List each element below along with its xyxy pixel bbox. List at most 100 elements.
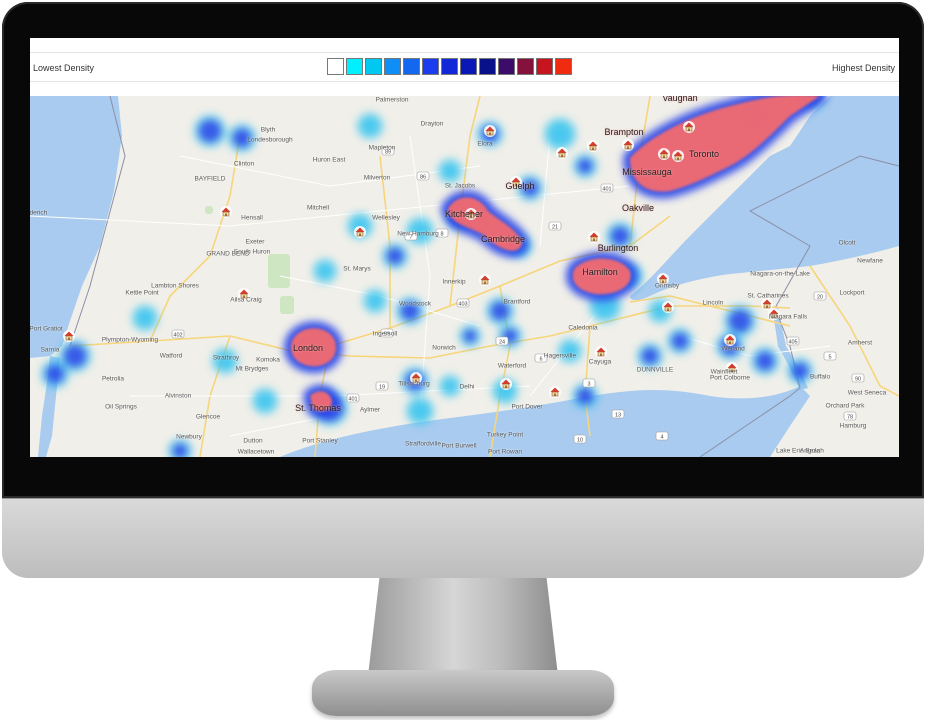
park-area: [205, 206, 213, 214]
place-label: Ingersoll: [372, 330, 398, 338]
place-label: Mitchell: [306, 204, 330, 212]
place-label: Drayton: [420, 120, 444, 128]
city-label: Oakville: [621, 203, 655, 213]
place-label: Hensall: [241, 214, 263, 222]
lake-huron: [30, 96, 122, 358]
highway-shield: 19: [375, 381, 389, 391]
place-label: Petrolia: [101, 375, 125, 383]
highway-shield: 403: [456, 298, 470, 308]
heatmap-map[interactable]: 89 86 7 8 401 403 402 401 24 6 59 19 3 4 10 13 21 405 90 78…: [30, 96, 899, 457]
highway-shield-number: 5: [828, 354, 831, 360]
heat-spot: [367, 293, 383, 309]
house-marker-icon: [622, 139, 634, 151]
place-label: Komoka: [256, 356, 280, 364]
heat-spot: [576, 387, 594, 405]
place-label: Wellesley: [372, 214, 400, 222]
heat-spot: [577, 158, 593, 174]
place-label: Londesborough: [247, 136, 293, 144]
place-label: Caledonia: [568, 324, 598, 332]
highway-shield-number: 19: [379, 384, 385, 390]
legend-swatch: [403, 58, 420, 75]
marker-door: [600, 353, 602, 356]
park-area: [280, 296, 294, 314]
place-label: Dutton: [243, 437, 263, 445]
highway-shield-number: 8: [440, 231, 443, 237]
highway-shield: 10: [573, 434, 587, 444]
house-marker-icon: [588, 231, 600, 243]
density-legend: Lowest Density Highest Density: [30, 52, 899, 82]
highway-road: [291, 305, 791, 359]
house-marker-icon: [500, 378, 512, 390]
place-label: Lambton Shores: [151, 282, 199, 290]
legend-swatch: [327, 58, 344, 75]
heat-spot: [198, 119, 222, 143]
marker-door: [554, 393, 556, 396]
place-label: Mt Brydges: [235, 365, 269, 373]
place-label: St. Catharines: [747, 292, 789, 300]
marker-door: [68, 337, 70, 340]
place-label: Mapleton: [368, 144, 396, 152]
heat-spot: [443, 379, 457, 393]
city-label: London: [292, 343, 324, 353]
place-label: Watford: [159, 352, 183, 360]
place-label: New Hamburg: [397, 230, 439, 238]
place-label: Welland: [721, 345, 745, 353]
marker-door: [225, 213, 227, 216]
marker-door: [505, 385, 507, 388]
place-label: Woodstock: [398, 300, 432, 308]
highway-shield-number: 24: [499, 339, 505, 345]
highway-shield: 86: [416, 171, 430, 180]
lake-erie: [280, 386, 810, 457]
place-label: Port Rowan: [488, 448, 522, 456]
legend-swatch: [498, 58, 515, 75]
marker-door: [561, 154, 563, 157]
highway-shield: 24: [495, 336, 509, 346]
place-label: Buffalo: [809, 373, 831, 381]
place-label: Palmerston: [375, 96, 409, 104]
monitor-stand-neck: [368, 578, 558, 676]
highway-shield: 401: [600, 183, 614, 192]
place-label: Kettle Point: [125, 289, 159, 297]
highway-shield: 3: [582, 378, 596, 388]
highway-shield: 13: [611, 409, 625, 419]
marker-door: [688, 128, 690, 131]
house-marker-icon: [479, 274, 491, 286]
place-label: Lockport: [839, 289, 865, 297]
highway-shield: 401: [346, 393, 360, 403]
highway-shield-number: 78: [847, 414, 853, 420]
place-label: Sarnia: [40, 346, 60, 354]
highway-shield-number: 21: [552, 224, 558, 230]
legend-swatch: [536, 58, 553, 75]
highway-shield-number: 6: [539, 356, 542, 362]
highway-shield-number: 401: [602, 186, 611, 192]
marker-door: [766, 305, 768, 308]
highway-shield: 21: [548, 221, 562, 230]
marker-door: [592, 147, 594, 150]
place-label: Delhi: [459, 383, 475, 391]
highway-shield-number: 3: [587, 381, 590, 387]
legend-swatch: [441, 58, 458, 75]
city-label: Brampton: [604, 127, 644, 137]
place-label: Clinton: [233, 160, 255, 168]
highway-shield: 20: [813, 291, 827, 301]
place-label: Innerkip: [442, 278, 466, 286]
house-marker-icon: [672, 150, 684, 162]
legend-swatch: [555, 58, 572, 75]
highway-shield: 90: [851, 373, 865, 383]
heat-spot: [361, 117, 379, 135]
place-label: Oil Springs: [105, 403, 137, 411]
marker-door: [627, 146, 629, 149]
place-label: Newbury: [176, 433, 202, 441]
legend-swatches: [327, 58, 572, 75]
city-label: Guelph: [505, 181, 535, 191]
marker-door: [663, 155, 665, 158]
marker-door: [593, 238, 595, 241]
place-label: Port Burwell: [441, 442, 477, 450]
house-marker-icon: [556, 147, 568, 159]
place-label: GRAND BEND: [206, 250, 250, 258]
city-label: Burlington: [597, 243, 639, 253]
city-label: Toronto: [688, 149, 720, 159]
legend-swatch: [365, 58, 382, 75]
place-label: Plympton-Wyoming: [101, 336, 159, 344]
legend-swatch: [346, 58, 363, 75]
